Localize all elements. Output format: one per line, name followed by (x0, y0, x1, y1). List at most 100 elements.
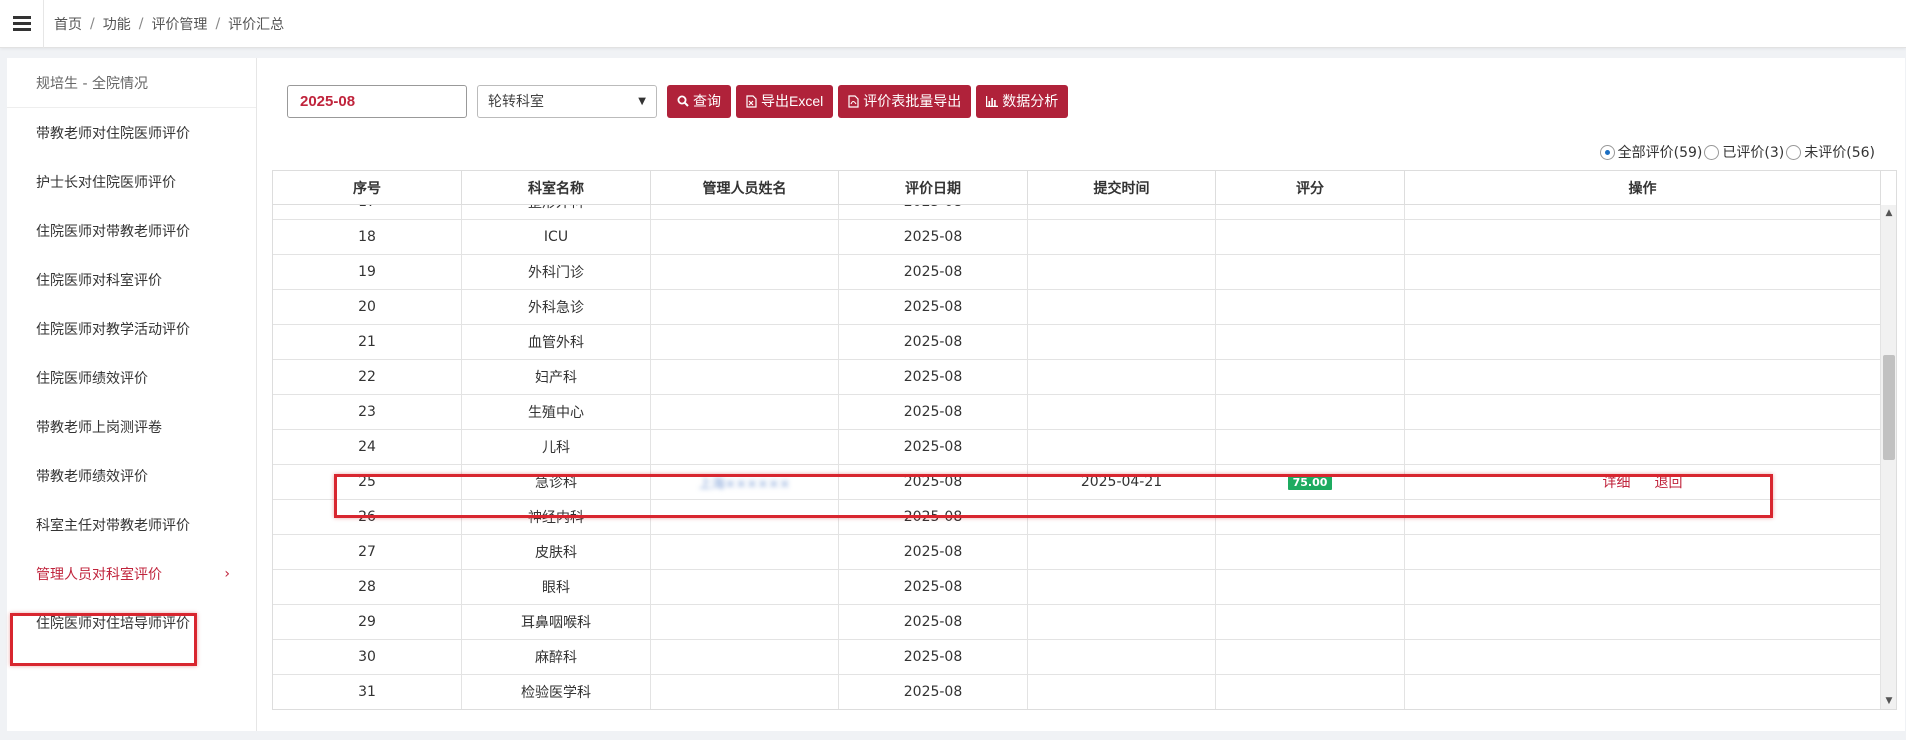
chevron-right-icon: › (224, 565, 230, 582)
filter-radio-group: 全部评价(59) 已评价(3) 未评价(56) (1598, 142, 1875, 162)
top-bar: 首页 / 功能 / 评价管理 / 评价汇总 (0, 0, 1906, 48)
manager-name-cell (651, 290, 839, 324)
breadcrumb-separator: / (138, 15, 144, 32)
date-input[interactable] (287, 84, 467, 118)
department-name-cell: 血管外科 (462, 325, 651, 359)
row-number-cell: 17 (273, 205, 462, 219)
breadcrumb-current: 评价汇总 (228, 16, 285, 33)
manager-name-cell (651, 205, 839, 219)
submit-time-cell (1028, 500, 1216, 534)
score-cell (1216, 430, 1405, 464)
radio-label: 未评价(56) (1804, 145, 1875, 161)
data-analysis-button[interactable]: 数据分析 (976, 84, 1069, 118)
scrollbar-thumb[interactable] (1883, 355, 1895, 460)
manager-name-cell (651, 605, 839, 639)
column-header: 评价日期 (839, 171, 1028, 205)
sidebar-item-label: 住院医师对住培导师评价 (36, 615, 190, 632)
sidebar-item[interactable]: 带教老师上岗测评卷 (7, 402, 256, 451)
department-name-cell: 整形外科 (462, 205, 651, 219)
evaluation-date-cell: 2025-08 (839, 290, 1028, 324)
export-excel-button-label: 导出Excel (761, 93, 824, 109)
score-cell: 75.00 (1216, 465, 1405, 499)
department-name-cell: 麻醉科 (462, 640, 651, 674)
batch-export-button-label: 评价表批量导出 (863, 93, 962, 109)
submit-time-cell (1028, 290, 1216, 324)
manager-name-cell (651, 535, 839, 569)
evaluation-date-cell: 2025-08 (839, 360, 1028, 394)
breadcrumb-function[interactable]: 功能 (103, 14, 131, 34)
radio-label: 已评价(3) (1722, 145, 1785, 161)
evaluation-date-cell: 2025-08 (839, 395, 1028, 429)
sidebar-item[interactable]: 住院医师对带教老师评价 (7, 206, 256, 255)
column-header: 管理人员姓名 (651, 171, 839, 205)
department-name-cell: 外科急诊 (462, 290, 651, 324)
table-row: 22 妇产科 2025-08 (273, 360, 1881, 395)
score-cell (1216, 640, 1405, 674)
score-cell (1216, 675, 1405, 709)
query-button-label: 查询 (693, 93, 721, 109)
vertical-scrollbar[interactable]: ▲ ▼ (1880, 205, 1896, 709)
table-header: 序号 科室名称 管理人员姓名 评价日期 提交时间 评分 操作 (273, 171, 1881, 205)
row-number-cell: 20 (273, 290, 462, 324)
table-row: 31 检验医学科 2025-08 (273, 675, 1881, 709)
sidebar-item[interactable]: 护士长对住院医师评价 (7, 157, 256, 206)
column-header: 操作 (1405, 171, 1881, 205)
breadcrumb-evaluation-mgmt[interactable]: 评价管理 (151, 14, 207, 34)
sidebar-item[interactable]: 住院医师对教学活动评价 (7, 304, 256, 353)
manager-name-cell: 上海×××××× (651, 465, 839, 499)
sidebar-item-label: 带教老师上岗测评卷 (36, 419, 162, 436)
department-select[interactable]: 轮转科室 ▼ (477, 84, 657, 118)
batch-export-button[interactable]: 评价表批量导出 (838, 84, 972, 118)
sidebar-item[interactable]: 带教老师对住院医师评价 (7, 108, 256, 157)
operations-cell (1405, 220, 1881, 254)
bar-chart-icon (986, 95, 999, 107)
operations-cell (1405, 570, 1881, 604)
menu-toggle-button[interactable] (0, 0, 44, 48)
operations-cell: 详细 退回 (1405, 465, 1881, 499)
breadcrumb-home[interactable]: 首页 (54, 14, 82, 34)
scroll-up-icon[interactable]: ▲ (1881, 205, 1896, 221)
submit-time-cell (1028, 325, 1216, 359)
sidebar-item[interactable]: 住院医师对住培导师评价 (7, 598, 256, 647)
department-name-cell: 皮肤科 (462, 535, 651, 569)
row-number-cell: 25 (273, 465, 462, 499)
operations-cell (1405, 640, 1881, 674)
submit-time-cell (1028, 360, 1216, 394)
sidebar-item-label: 住院医师对科室评价 (36, 272, 162, 289)
export-excel-button[interactable]: 导出Excel (736, 84, 834, 118)
sidebar-item-active[interactable]: 管理人员对科室评价 › (7, 549, 256, 598)
sidebar-item-label: 住院医师对带教老师评价 (36, 223, 190, 240)
radio-evaluated[interactable]: 已评价(3) (1704, 142, 1784, 162)
row-number-cell: 19 (273, 255, 462, 289)
table-row: 29 耳鼻咽喉科 2025-08 (273, 605, 1881, 640)
sidebar-item-label: 护士长对住院医师评价 (36, 174, 176, 191)
column-header: 序号 (273, 171, 462, 205)
radio-all[interactable]: 全部评价(59) (1599, 142, 1702, 162)
sidebar-item-label: 管理人员对科室评价 (36, 566, 162, 583)
scroll-down-icon[interactable]: ▼ (1881, 693, 1896, 709)
sidebar-item[interactable]: 带教老师绩效评价 (7, 451, 256, 500)
evaluation-date-cell: 2025-08 (839, 675, 1028, 709)
column-header: 科室名称 (462, 171, 651, 205)
sidebar-item[interactable]: 住院医师对科室评价 (7, 255, 256, 304)
score-cell (1216, 605, 1405, 639)
row-number-cell: 22 (273, 360, 462, 394)
file-pdf-icon (848, 94, 859, 108)
table-row: 23 生殖中心 2025-08 (273, 395, 1881, 430)
department-select-value: 轮转科室 (488, 94, 544, 110)
sidebar-item[interactable]: 科室主任对带教老师评价 (7, 500, 256, 549)
manager-name-cell (651, 325, 839, 359)
department-name-cell: 急诊科 (462, 465, 651, 499)
evaluation-date-cell: 2025-08 (839, 605, 1028, 639)
query-button[interactable]: 查询 (667, 84, 731, 118)
detail-link[interactable]: 详细 (1603, 472, 1631, 492)
operations-cell (1405, 360, 1881, 394)
table-row: 25 急诊科 上海×××××× 2025-08 2025-04-21 75.00 详细 退回 (273, 465, 1881, 500)
score-badge: 75.00 (1287, 474, 1333, 490)
return-link[interactable]: 退回 (1655, 472, 1683, 492)
sidebar-item[interactable]: 住院医师绩效评价 (7, 353, 256, 402)
submit-time-cell (1028, 675, 1216, 709)
evaluation-date-cell: 2025-08 (839, 500, 1028, 534)
score-cell (1216, 290, 1405, 324)
radio-not-evaluated[interactable]: 未评价(56) (1786, 142, 1875, 162)
